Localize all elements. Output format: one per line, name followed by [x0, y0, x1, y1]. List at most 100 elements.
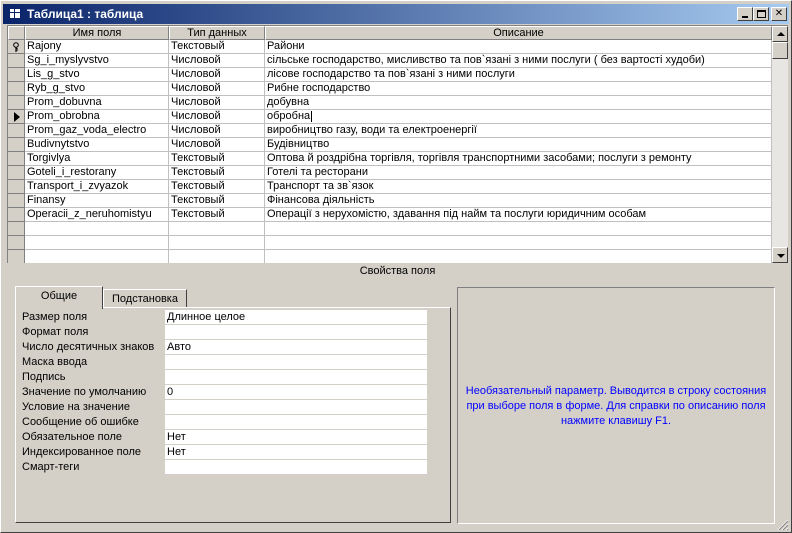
property-value-field[interactable] — [165, 370, 427, 384]
description-cell[interactable]: лісове господарство та пов`язані з ними … — [265, 68, 772, 82]
description-cell[interactable]: Транспорт та зв`язок — [265, 180, 772, 194]
table-row[interactable]: Prom_gaz_voda_electro Числовой виробництво… — [8, 124, 772, 138]
table-row[interactable]: Transport_i_zvyazok Текстовый Транспорт та… — [8, 180, 772, 194]
row-selector[interactable] — [8, 124, 25, 138]
row-selector[interactable] — [8, 194, 25, 208]
field-name-cell[interactable]: Sg_i_myslyvstvo — [25, 54, 169, 68]
field-name-cell[interactable]: Transport_i_zvyazok — [25, 180, 169, 194]
scroll-thumb[interactable] — [772, 42, 788, 59]
row-selector-header[interactable] — [8, 26, 25, 40]
property-value-field[interactable]: Нет — [165, 430, 427, 444]
data-type-cell[interactable]: Текстовый — [169, 166, 265, 180]
field-name-cell[interactable] — [25, 236, 169, 250]
title-bar[interactable]: Таблица1 : таблица ✕ — [3, 4, 789, 24]
maximize-button[interactable] — [753, 7, 769, 21]
property-value-field[interactable]: Нет — [165, 445, 427, 459]
row-selector[interactable] — [8, 40, 25, 54]
data-type-cell[interactable]: Текстовый — [169, 194, 265, 208]
scroll-down-button[interactable] — [772, 247, 788, 263]
row-selector[interactable] — [8, 180, 25, 194]
property-value-field[interactable] — [165, 325, 427, 339]
row-selector[interactable] — [8, 222, 25, 236]
table-row[interactable]: Sg_i_myslyvstvo Числовой сільське господар… — [8, 54, 772, 68]
data-type-cell[interactable]: Текстовый — [169, 180, 265, 194]
table-row[interactable]: Prom_obrobna Числовой обробна — [8, 110, 772, 124]
description-cell[interactable]: добувна — [265, 96, 772, 110]
description-cell[interactable]: Будівництво — [265, 138, 772, 152]
property-value-field[interactable]: Длинное целое — [165, 310, 427, 324]
property-value-field[interactable] — [165, 355, 427, 369]
row-selector[interactable] — [8, 138, 25, 152]
property-value-field[interactable]: Авто — [165, 340, 427, 354]
data-type-cell[interactable]: Текстовый — [169, 208, 265, 222]
data-type-cell[interactable]: Числовой — [169, 82, 265, 96]
field-name-cell[interactable]: Finansy — [25, 194, 169, 208]
field-name-cell[interactable]: Prom_gaz_voda_electro — [25, 124, 169, 138]
row-selector[interactable] — [8, 96, 25, 110]
row-selector[interactable] — [8, 250, 25, 263]
property-value-field[interactable] — [165, 415, 427, 429]
field-name-cell[interactable]: Prom_dobuvna — [25, 96, 169, 110]
table-row[interactable]: Goteli_i_restorany Текстовый Готелі та рес… — [8, 166, 772, 180]
vertical-scrollbar[interactable] — [772, 26, 788, 263]
field-name-cell[interactable]: Torgivlya — [25, 152, 169, 166]
close-button[interactable]: ✕ — [771, 7, 787, 21]
data-type-cell[interactable] — [169, 250, 265, 263]
data-type-cell[interactable]: Числовой — [169, 110, 265, 124]
row-selector[interactable] — [8, 68, 25, 82]
property-value-field[interactable] — [165, 460, 427, 474]
table-row[interactable] — [8, 236, 772, 250]
table-row[interactable] — [8, 222, 772, 236]
table-row[interactable]: Lis_g_stvo Числовой лісове господарство та… — [8, 68, 772, 82]
row-selector[interactable] — [8, 208, 25, 222]
property-value-field[interactable]: 0 — [165, 385, 427, 399]
table-row[interactable]: Prom_dobuvna Числовой добувна — [8, 96, 772, 110]
minimize-button[interactable] — [737, 7, 753, 21]
data-type-cell[interactable] — [169, 236, 265, 250]
description-cell[interactable] — [265, 236, 772, 250]
table-row[interactable] — [8, 250, 772, 263]
description-cell[interactable]: Рибне господарство — [265, 82, 772, 96]
field-name-cell[interactable]: Ryb_g_stvo — [25, 82, 169, 96]
resize-grip-icon[interactable] — [777, 519, 789, 531]
description-cell[interactable]: виробництво газу, води та електроенергії — [265, 124, 772, 138]
table-row[interactable]: Finansy Текстовый Фінансова діяльність — [8, 194, 772, 208]
field-name-cell[interactable]: Operacii_z_neruhomistyu — [25, 208, 169, 222]
field-name-cell[interactable]: Goteli_i_restorany — [25, 166, 169, 180]
table-row[interactable]: Budivnytstvo Числовой Будівництво — [8, 138, 772, 152]
property-value-field[interactable] — [165, 400, 427, 414]
row-selector[interactable] — [8, 82, 25, 96]
column-header-data-type[interactable]: Тип данных — [169, 26, 265, 40]
tab-lookup[interactable]: Подстановка — [103, 289, 187, 308]
description-cell[interactable] — [265, 222, 772, 236]
row-selector[interactable] — [8, 110, 25, 124]
tab-general[interactable]: Общие — [15, 286, 103, 309]
data-type-cell[interactable]: Текстовый — [169, 152, 265, 166]
description-cell[interactable] — [265, 250, 772, 263]
data-type-cell[interactable]: Числовой — [169, 138, 265, 152]
table-row[interactable]: Ryb_g_stvo Числовой Рибне господарство — [8, 82, 772, 96]
field-name-cell[interactable]: Budivnytstvo — [25, 138, 169, 152]
description-cell[interactable]: Фінансова діяльність — [265, 194, 772, 208]
description-cell[interactable]: Готелі та ресторани — [265, 166, 772, 180]
field-name-cell[interactable]: Prom_obrobna — [25, 110, 169, 124]
scroll-up-button[interactable] — [772, 26, 788, 42]
row-selector[interactable] — [8, 236, 25, 250]
data-type-cell[interactable]: Числовой — [169, 68, 265, 82]
data-type-cell[interactable]: Текстовый — [169, 40, 265, 54]
column-header-description[interactable]: Описание — [265, 26, 772, 40]
row-selector[interactable] — [8, 166, 25, 180]
description-cell[interactable]: сільське господарство, мисливство та пов… — [265, 54, 772, 68]
data-type-cell[interactable]: Числовой — [169, 54, 265, 68]
row-selector[interactable] — [8, 54, 25, 68]
table-row[interactable]: Operacii_z_neruhomistyu Текстовый Операції… — [8, 208, 772, 222]
data-type-cell[interactable]: Числовой — [169, 96, 265, 110]
table-row[interactable]: Torgivlya Текстовый Оптова й роздрібна тор… — [8, 152, 772, 166]
description-cell[interactable]: Оптова й роздрібна торгівля, торгівля тр… — [265, 152, 772, 166]
row-selector[interactable] — [8, 152, 25, 166]
field-name-cell[interactable] — [25, 250, 169, 263]
data-type-cell[interactable]: Числовой — [169, 124, 265, 138]
description-cell[interactable]: Операції з нерухомістю, здавання під най… — [265, 208, 772, 222]
column-header-field-name[interactable]: Имя поля — [25, 26, 169, 40]
table-row[interactable]: Rajony Текстовый Райони — [8, 40, 772, 54]
